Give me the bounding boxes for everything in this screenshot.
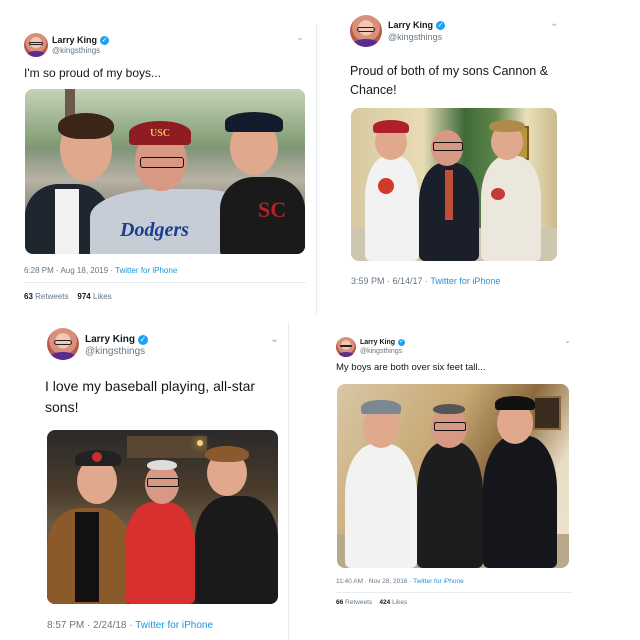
tweet-text: I'm so proud of my boys... [24,66,162,80]
tweet-source-link[interactable]: Twitter for iPhone [430,276,500,286]
tweet-photo[interactable] [337,384,569,568]
retweet-count[interactable]: 63 Retweets [24,292,69,301]
like-count[interactable]: 974 Likes [77,292,111,301]
author-name[interactable]: Larry King [388,20,433,30]
tweet-stats: 63 Retweets 974 Likes [24,292,112,301]
tweet-text: I love my baseball playing, all-star son… [45,378,256,415]
tweet-text: My boys are both over six feet tall... [336,362,486,373]
author-handle[interactable]: @kingsthings [388,32,442,42]
tweet-photo[interactable] [351,108,557,261]
chevron-down-icon[interactable]: ⌄ [564,336,571,345]
chevron-down-icon[interactable]: ⌄ [550,18,558,29]
verified-badge-icon: ✓ [138,334,149,345]
verified-badge-icon: ✓ [436,20,446,30]
tweet-card-3: Larry King ✓ @kingsthings ⌄ I love my ba… [28,322,288,640]
tweet-timestamp[interactable]: 11:40 AM · Nov 28, 2016 · Twitter for iP… [336,578,464,585]
verified-badge-icon: ✓ [398,339,406,346]
author-handle[interactable]: @kingsthings [52,46,100,55]
retweet-count[interactable]: 66 Retweets [336,599,372,606]
author-name[interactable]: Larry King [85,334,135,345]
tweet-source-link[interactable]: Twitter for iPhone [135,620,213,631]
avatar[interactable] [350,15,382,47]
tweet-stats: 66 Retweets 424 Likes [336,599,407,606]
tweet-timestamp[interactable]: 6:28 PM · Aug 18, 2019 · Twitter for iPh… [24,266,177,275]
tweet-text: Proud of both of my sons Cannon & Chance… [350,64,549,97]
sc-logo: SC [258,197,287,222]
tweet-card-2: Larry King ✓ @kingsthings ⌄ Proud of bot… [330,8,575,300]
tweet-source-link[interactable]: Twitter for iPhone [413,578,464,585]
tweet-card-1: Larry King ✓ @kingsthings ⌄ I'm so proud… [10,24,316,314]
chevron-down-icon[interactable]: ⌄ [270,332,279,345]
tweet-photo[interactable] [47,430,278,604]
author-handle[interactable]: @kingsthings [85,346,145,357]
author-handle[interactable]: @kingsthings [360,348,402,355]
verified-badge-icon: ✓ [100,35,110,45]
usc-cap: USC [129,121,191,145]
author-name[interactable]: Larry King [52,35,97,45]
avatar[interactable] [24,33,48,57]
tweet-card-4: Larry King ✓ @kingsthings ⌄ My boys are … [326,330,586,620]
like-count[interactable]: 424 Likes [379,599,407,606]
divider [336,592,572,593]
tweet-timestamp[interactable]: 8:57 PM · 2/24/18 · Twitter for iPhone [47,620,213,631]
author-name[interactable]: Larry King [360,339,395,346]
tweet-source-link[interactable]: Twitter for iPhone [115,266,177,275]
divider [24,282,306,283]
avatar[interactable] [336,337,356,357]
tweet-timestamp[interactable]: 3:59 PM · 6/14/17 · Twitter for iPhone [351,276,500,286]
chevron-down-icon[interactable]: ⌄ [296,32,304,43]
avatar[interactable] [47,328,79,360]
tweet-photo[interactable]: Dodgers USC SC [25,89,305,254]
